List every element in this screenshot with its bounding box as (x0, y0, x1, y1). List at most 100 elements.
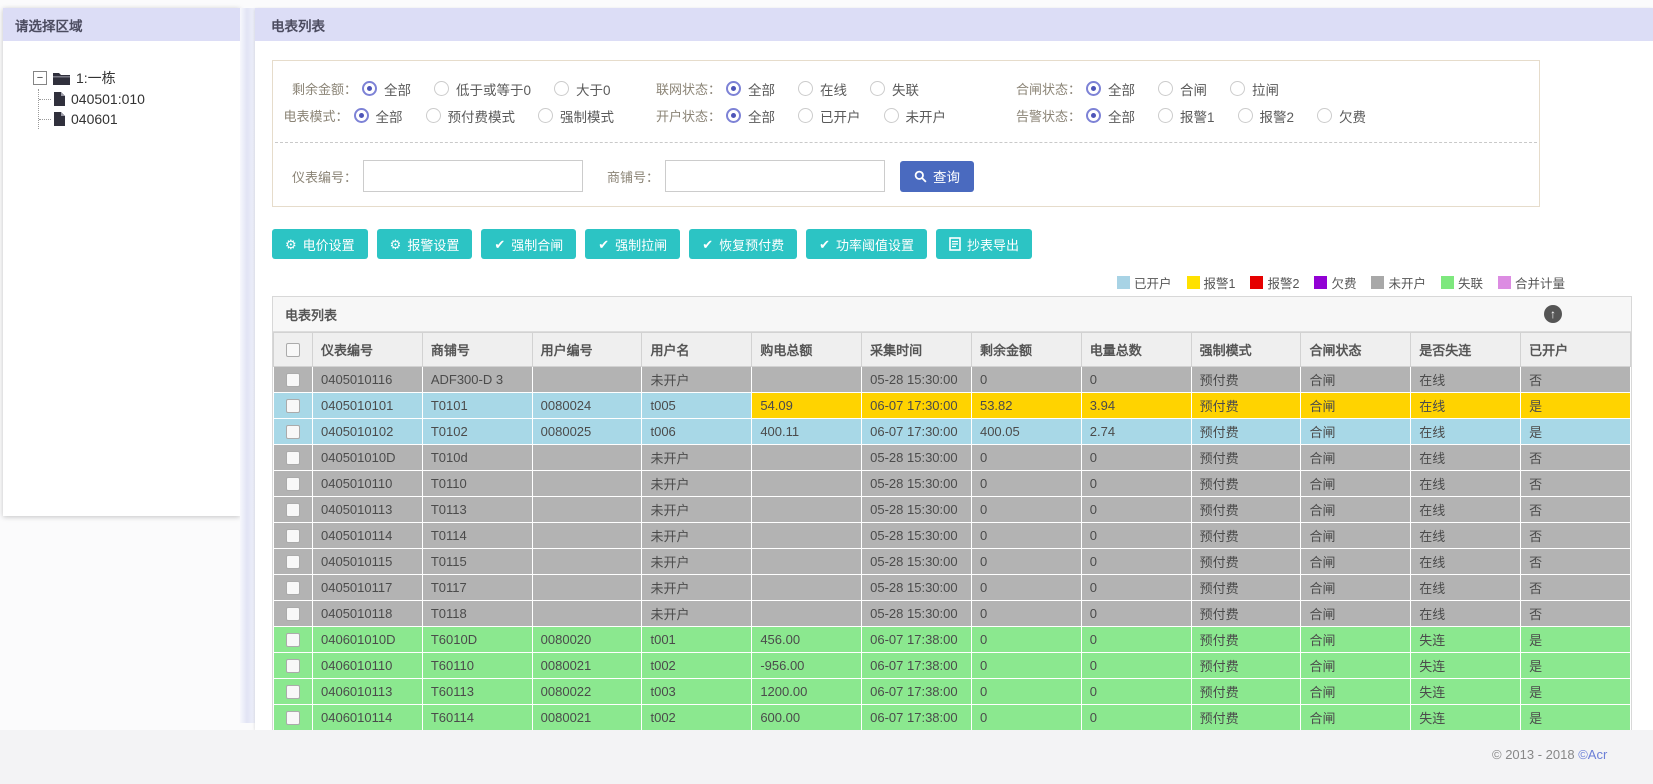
legend-swatch (1186, 275, 1200, 289)
table-body: 0405010116 ADF300-D 3 未开户 05-28 15:30:00 0 0 预… (273, 366, 1631, 730)
tree-node-building[interactable]: − 1:一栋 (33, 68, 240, 88)
tree-leaf-label: 040501:010 (71, 91, 145, 107)
action-button[interactable]: 抄表导出 (936, 229, 1033, 259)
action-button[interactable]: ⚙ 电价设置 (272, 229, 368, 259)
collapse-panel-icon[interactable]: ↑ (1544, 305, 1562, 323)
gear-icon: ⚙ (389, 236, 402, 252)
table-cell: 0 (970, 600, 1082, 627)
dashed-divider (275, 142, 1537, 143)
tree-leaf-meter[interactable]: 040501:010 (39, 89, 240, 109)
action-button[interactable]: ✔ 恢复预付费 (689, 229, 798, 259)
row-select-cell (273, 366, 313, 393)
radio-icon[interactable] (1317, 108, 1333, 123)
filter-group: 开户状态： 全部 已开户 未开户 (637, 106, 997, 126)
table-cell (751, 470, 863, 497)
radio-icon[interactable] (538, 108, 553, 123)
radio-icon[interactable] (1158, 81, 1173, 96)
sidebar-splitter[interactable] (240, 8, 255, 723)
table-cell: 0 (1080, 704, 1192, 730)
brand-link[interactable]: ©Acr (1578, 747, 1607, 762)
table-cell: 0405010117 (312, 574, 423, 601)
table-cell: 0 (1080, 548, 1192, 575)
shop-no-input[interactable] (665, 160, 885, 192)
radio-icon[interactable] (353, 108, 369, 123)
radio-option[interactable]: 预付费模式 (425, 106, 515, 126)
action-button[interactable]: ✔ 强制合闸 (481, 229, 577, 259)
radio-option[interactable]: 全部 (726, 106, 775, 126)
search-button[interactable]: 查询 (900, 160, 974, 192)
row-checkbox[interactable] (286, 477, 300, 492)
table-cell: t001 (641, 626, 753, 653)
table-cell: 预付费 (1190, 600, 1302, 627)
table-cell: 0 (1080, 678, 1192, 705)
radio-icon[interactable] (1158, 108, 1173, 123)
table-cell: 否 (1520, 470, 1631, 497)
meter-no-input[interactable] (363, 160, 583, 192)
select-all-checkbox[interactable] (286, 343, 300, 358)
radio-option[interactable]: 全部 (1086, 106, 1135, 126)
action-button[interactable]: ⚙ 报警设置 (376, 229, 473, 259)
table-cell: 是 (1520, 652, 1631, 679)
row-checkbox[interactable] (286, 529, 300, 544)
row-checkbox[interactable] (286, 425, 300, 440)
radio-icon[interactable] (1086, 108, 1101, 123)
radio-icon[interactable] (362, 81, 377, 96)
tree-leaf-meter[interactable]: 040601 (39, 109, 240, 129)
radio-option[interactable]: 报警2 (1237, 106, 1294, 126)
radio-option[interactable]: 全部 (1086, 79, 1135, 99)
radio-option[interactable]: 强制模式 (538, 106, 614, 126)
row-checkbox[interactable] (286, 659, 300, 674)
row-checkbox[interactable] (286, 503, 300, 518)
table-cell: 未开户 (641, 548, 753, 575)
table-cell: 0 (970, 522, 1082, 549)
row-checkbox[interactable] (286, 399, 300, 414)
radio-option[interactable]: 大于0 (554, 79, 611, 99)
radio-icon[interactable] (425, 108, 441, 123)
row-checkbox[interactable] (286, 373, 300, 388)
row-checkbox[interactable] (286, 711, 300, 726)
radio-option[interactable]: 全部 (353, 106, 403, 126)
legend-swatch (1314, 275, 1328, 289)
row-checkbox[interactable] (286, 581, 300, 596)
table-cell (531, 366, 643, 393)
radio-icon[interactable] (870, 81, 885, 96)
radio-icon[interactable] (1086, 81, 1101, 96)
row-checkbox[interactable] (286, 685, 300, 700)
radio-option[interactable]: 欠费 (1317, 106, 1366, 126)
row-checkbox[interactable] (286, 555, 300, 570)
radio-icon[interactable] (726, 108, 741, 123)
table-cell: 未开户 (641, 366, 753, 393)
radio-icon[interactable] (726, 81, 741, 96)
radio-option[interactable]: 失联 (870, 79, 919, 99)
filter-panel: 剩余金额： 全部 低于或等于0 大于0 联网状态： 全部 在线 失联 合闸状态： 全部 合闸 拉闸 电表… (272, 60, 1540, 207)
action-button[interactable]: ✔ 强制拉闸 (585, 229, 681, 259)
table-cell: 05-28 15:30:00 (861, 366, 972, 393)
row-checkbox[interactable] (286, 607, 300, 622)
radio-option[interactable]: 已开户 (798, 106, 861, 126)
radio-option[interactable]: 合闸 (1158, 79, 1207, 99)
radio-option[interactable]: 全部 (362, 79, 411, 99)
radio-option[interactable]: 全部 (726, 79, 775, 99)
radio-icon[interactable] (798, 108, 813, 123)
legend-item: 报警1 (1186, 273, 1235, 292)
table-cell: 05-28 15:30:00 (861, 496, 972, 523)
action-button-label: 抄表导出 (967, 237, 1020, 253)
radio-icon[interactable] (1237, 108, 1253, 123)
radio-option[interactable]: 拉闸 (1230, 79, 1279, 99)
radio-icon[interactable] (798, 81, 813, 96)
radio-option[interactable]: 低于或等于0 (434, 79, 531, 99)
action-button[interactable]: ✔ 功率阈值设置 (806, 229, 928, 259)
radio-option[interactable]: 在线 (798, 79, 847, 99)
radio-option[interactable]: 未开户 (883, 106, 946, 126)
radio-icon[interactable] (883, 108, 899, 123)
table-cell: 0080020 (531, 626, 643, 653)
radio-icon[interactable] (554, 81, 570, 96)
radio-option[interactable]: 报警1 (1158, 106, 1215, 126)
radio-icon[interactable] (434, 81, 449, 96)
radio-icon[interactable] (1230, 81, 1245, 96)
table-cell: 05-28 15:30:00 (861, 548, 972, 575)
legend-label: 报警2 (1267, 276, 1300, 291)
row-checkbox[interactable] (286, 451, 300, 466)
row-checkbox[interactable] (286, 633, 300, 648)
tree-collapse-icon[interactable]: − (33, 71, 47, 85)
